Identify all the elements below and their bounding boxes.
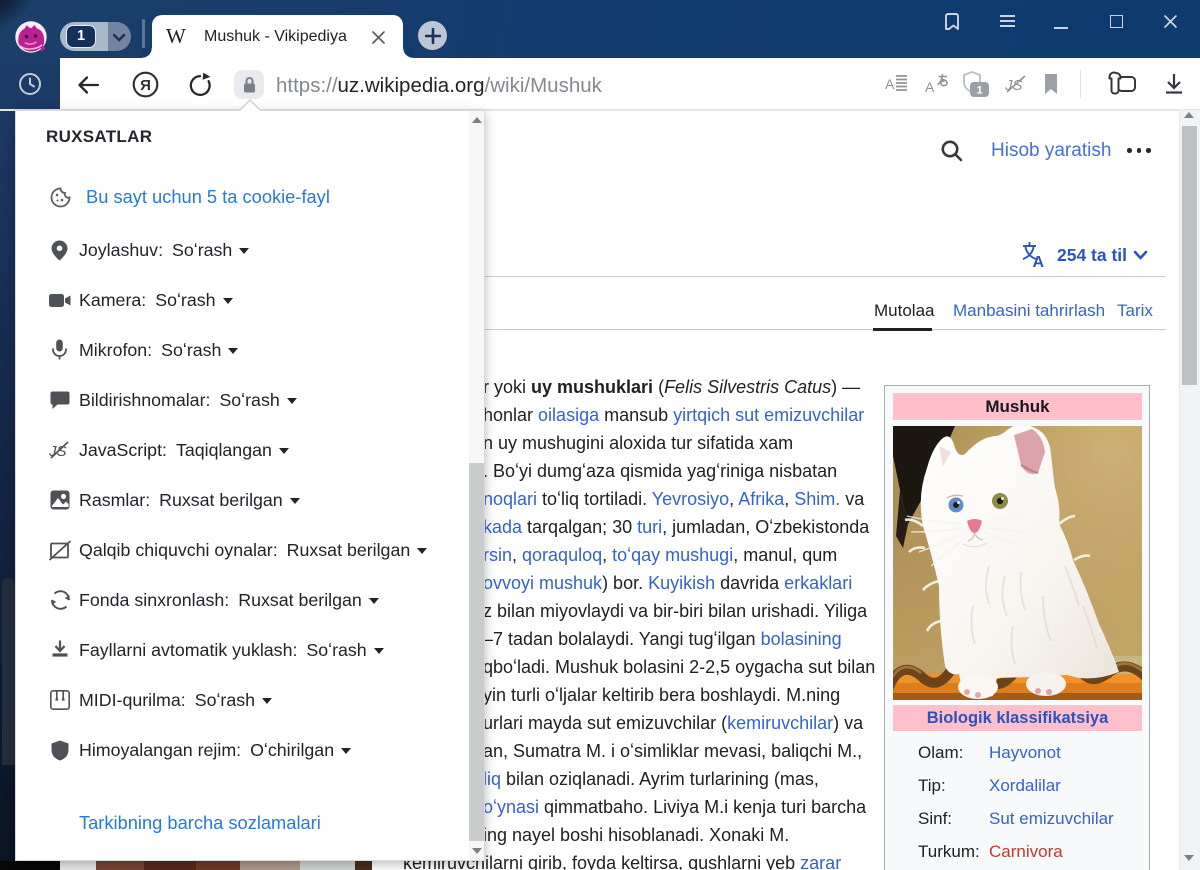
svg-text:1: 1 <box>976 85 982 97</box>
svg-text:A: A <box>925 79 935 95</box>
svg-text:Я: Я <box>140 77 151 94</box>
svg-text:A: A <box>1033 254 1045 268</box>
svg-text:A: A <box>885 76 895 92</box>
